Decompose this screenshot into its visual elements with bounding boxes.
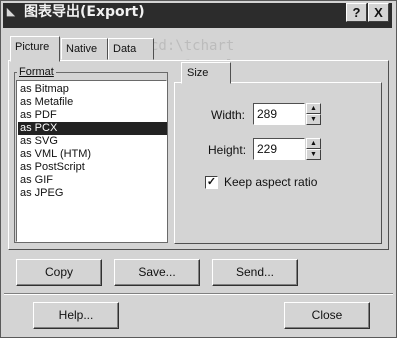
format-item-pcx[interactable]: as PCX <box>18 122 167 135</box>
help-caption-button[interactable]: ? <box>346 3 367 22</box>
close-caption-button[interactable]: X <box>368 3 389 22</box>
format-item-metafile[interactable]: as Metafile <box>18 96 167 109</box>
copy-button[interactable]: Copy <box>16 259 102 286</box>
format-label: Format <box>17 66 56 78</box>
tab-native[interactable]: Native <box>61 38 108 60</box>
format-item-postscript[interactable]: as PostScript <box>18 161 167 174</box>
width-label: Width: <box>211 108 246 122</box>
tab-size[interactable]: Size <box>181 62 231 84</box>
format-item-svg[interactable]: as SVG <box>18 135 167 148</box>
format-item-jpeg[interactable]: as JPEG <box>18 187 167 200</box>
format-item-vml[interactable]: as VML (HTM) <box>18 148 167 161</box>
format-list[interactable]: as Bitmap as Metafile as PDF as PCX as S… <box>16 80 167 242</box>
height-label: Height: <box>208 143 247 157</box>
close-button[interactable]: Close <box>284 302 370 329</box>
window-title: 图表导出(Export) <box>24 4 145 20</box>
tab-data[interactable]: Data <box>108 38 154 60</box>
height-input[interactable]: 229 <box>253 138 305 160</box>
divider <box>4 293 393 295</box>
save-button[interactable]: Save... <box>114 259 200 286</box>
keep-aspect-checkbox[interactable]: ✓ <box>205 176 218 189</box>
format-item-bitmap[interactable]: as Bitmap <box>18 83 167 96</box>
send-button[interactable]: Send... <box>212 259 298 286</box>
height-up-button[interactable]: ▲ <box>306 138 321 149</box>
width-input[interactable]: 289 <box>253 103 305 125</box>
width-down-button[interactable]: ▼ <box>306 114 321 125</box>
keep-aspect-label: Keep aspect ratio <box>224 175 318 189</box>
format-item-gif[interactable]: as GIF <box>18 174 167 187</box>
tab-picture[interactable]: Picture <box>10 36 60 62</box>
width-up-button[interactable]: ▲ <box>306 103 321 114</box>
height-down-button[interactable]: ▼ <box>306 149 321 160</box>
help-button[interactable]: Help... <box>33 302 119 329</box>
app-icon: ◣ <box>6 6 16 18</box>
format-item-pdf[interactable]: as PDF <box>18 109 167 122</box>
